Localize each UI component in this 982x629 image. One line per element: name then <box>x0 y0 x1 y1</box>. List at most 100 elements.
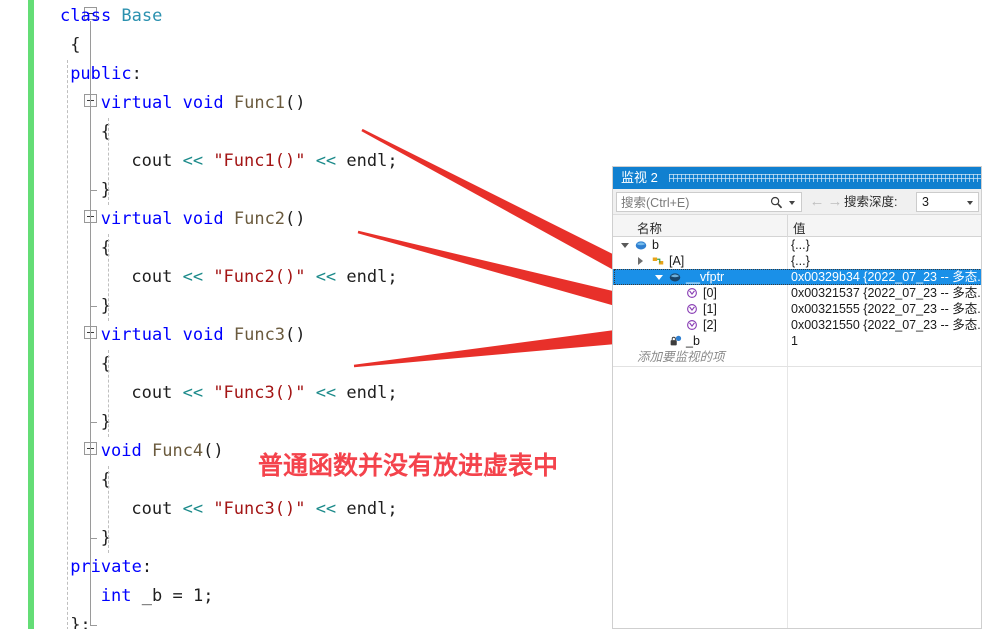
code-line[interactable]: { <box>101 350 111 379</box>
code-token: _b <box>141 586 173 606</box>
code-line[interactable]: void Func4() <box>101 437 224 466</box>
code-token: Func1 <box>233 93 286 113</box>
watch-row-value[interactable]: 0x00321555 {2022_07_23 -- 多态.exe! <box>791 301 981 317</box>
code-line[interactable]: cout << "Func2()" << endl; <box>131 263 397 292</box>
code-line[interactable]: virtual void Func3() <box>101 321 306 350</box>
code-token: virtual void <box>100 325 234 345</box>
indent-guide <box>108 118 109 205</box>
code-token: << <box>315 499 337 519</box>
indent-guide <box>67 60 68 629</box>
watch-row-name: [0] <box>703 286 717 300</box>
watch-grid-body[interactable]: b {...} [A] {...} __vfptr 0x00329b34 {2022_07… <box>613 237 981 628</box>
code-token: : <box>131 64 142 84</box>
code-token: virtual void <box>100 93 234 113</box>
code-token: class <box>60 6 122 26</box>
watch-row[interactable]: [1] 0x00321555 {2022_07_23 -- 多态.exe! <box>613 301 981 317</box>
code-token: endl; <box>336 267 398 287</box>
code-line[interactable]: public: <box>70 60 142 89</box>
code-line[interactable]: } <box>101 524 111 553</box>
code-token: cout <box>131 383 183 403</box>
code-line[interactable]: virtual void Func2() <box>101 205 306 234</box>
code-line[interactable]: class Base <box>60 2 162 31</box>
column-header-name[interactable]: 名称 <box>637 218 662 237</box>
code-token: "Func3()" <box>213 499 306 519</box>
code-line[interactable]: virtual void Func1() <box>101 89 306 118</box>
search-forward-button[interactable]: → <box>827 194 843 210</box>
code-token: () <box>285 325 306 345</box>
code-token: endl; <box>336 499 398 519</box>
code-line[interactable]: private: <box>70 553 152 582</box>
code-line[interactable]: } <box>101 408 111 437</box>
code-token: << <box>315 151 337 171</box>
code-token: { <box>100 354 112 374</box>
object-icon <box>635 241 647 250</box>
code-token: () <box>203 441 224 461</box>
watch-row[interactable]: [A] {...} <box>613 253 981 269</box>
watch-row[interactable]: b {...} <box>613 237 981 253</box>
watch-row-value[interactable]: 0x00321537 {2022_07_23 -- 多态.exe! <box>791 285 981 301</box>
code-token: void <box>100 441 152 461</box>
code-token: { <box>70 35 81 55</box>
code-line[interactable]: cout << "Func3()" << endl; <box>131 379 397 408</box>
search-depth-select[interactable]: 3 <box>916 192 979 212</box>
add-watch-item-row[interactable]: 添加要监视的项 <box>613 349 981 366</box>
search-back-button[interactable]: ← <box>809 194 825 210</box>
code-token: = <box>172 586 183 606</box>
watch-row[interactable]: [2] 0x00321550 {2022_07_23 -- 多态.exe! <box>613 317 981 333</box>
watch-window-panel[interactable]: 监视 2 搜索(Ctrl+E) ← → 搜索深度: 3 名称 值 b {...}… <box>612 166 982 629</box>
watch-row-value[interactable]: 1 <box>791 333 981 349</box>
code-token: "Func1()" <box>213 151 306 171</box>
expander-collapsed-icon[interactable] <box>638 257 647 266</box>
watch-row[interactable]: _b 1 <box>613 333 981 349</box>
watch-row-value[interactable]: {...} <box>791 237 981 253</box>
row-focus-outline <box>614 269 981 285</box>
code-line[interactable]: cout << "Func3()" << endl; <box>131 495 397 524</box>
search-input-container[interactable]: 搜索(Ctrl+E) <box>616 192 802 212</box>
code-token: endl; <box>336 151 398 171</box>
code-token: } <box>100 296 112 316</box>
code-token: "Func3()" <box>213 383 306 403</box>
watch-toolbar[interactable]: 搜索(Ctrl+E) ← → 搜索深度: 3 <box>613 189 981 215</box>
expander-triangle <box>638 257 643 265</box>
code-token: } <box>100 180 112 200</box>
code-token: } <box>100 528 112 548</box>
code-line[interactable]: }; <box>70 611 90 629</box>
code-line[interactable]: } <box>101 292 111 321</box>
code-token: << <box>182 499 204 519</box>
code-line[interactable]: { <box>101 234 111 263</box>
column-header-value[interactable]: 值 <box>793 218 806 237</box>
code-line[interactable]: { <box>101 466 111 495</box>
code-token: { <box>100 122 112 142</box>
watch-window-title-bar[interactable]: 监视 2 <box>613 167 981 189</box>
watch-row-value[interactable]: {...} <box>791 253 981 269</box>
search-icon[interactable] <box>770 196 783 209</box>
code-token: 1; <box>182 586 214 606</box>
code-token: : <box>141 557 153 577</box>
code-token: () <box>285 93 306 113</box>
column-divider[interactable] <box>787 215 788 237</box>
watch-grid-header: 名称 值 <box>613 215 981 237</box>
search-depth-chevron-down-icon[interactable] <box>967 201 973 205</box>
watch-row-value[interactable]: 0x00321550 {2022_07_23 -- 多态.exe! <box>791 317 981 333</box>
code-line[interactable]: cout << "Func1()" << endl; <box>131 147 397 176</box>
code-line[interactable]: } <box>101 176 111 205</box>
code-token: private <box>70 557 142 577</box>
title-bar-grip-dots <box>669 174 981 182</box>
base-class-icon <box>652 257 664 265</box>
code-line[interactable]: { <box>101 118 111 147</box>
code-token: int <box>100 586 142 606</box>
code-token: { <box>100 470 112 490</box>
watch-row[interactable]: [0] 0x00321537 {2022_07_23 -- 多态.exe! <box>613 285 981 301</box>
code-token: }; <box>70 615 91 629</box>
add-watch-item-placeholder: 添加要监视的项 <box>637 350 725 364</box>
watch-row-name: [1] <box>703 302 717 316</box>
code-line[interactable]: int _b = 1; <box>101 582 214 611</box>
expander-expanded-icon[interactable] <box>621 241 630 250</box>
watch-row-name: [A] <box>669 254 685 268</box>
search-placeholder: 搜索(Ctrl+E) <box>621 196 690 210</box>
search-options-chevron-down-icon[interactable] <box>789 201 795 205</box>
code-line[interactable]: { <box>70 31 80 60</box>
